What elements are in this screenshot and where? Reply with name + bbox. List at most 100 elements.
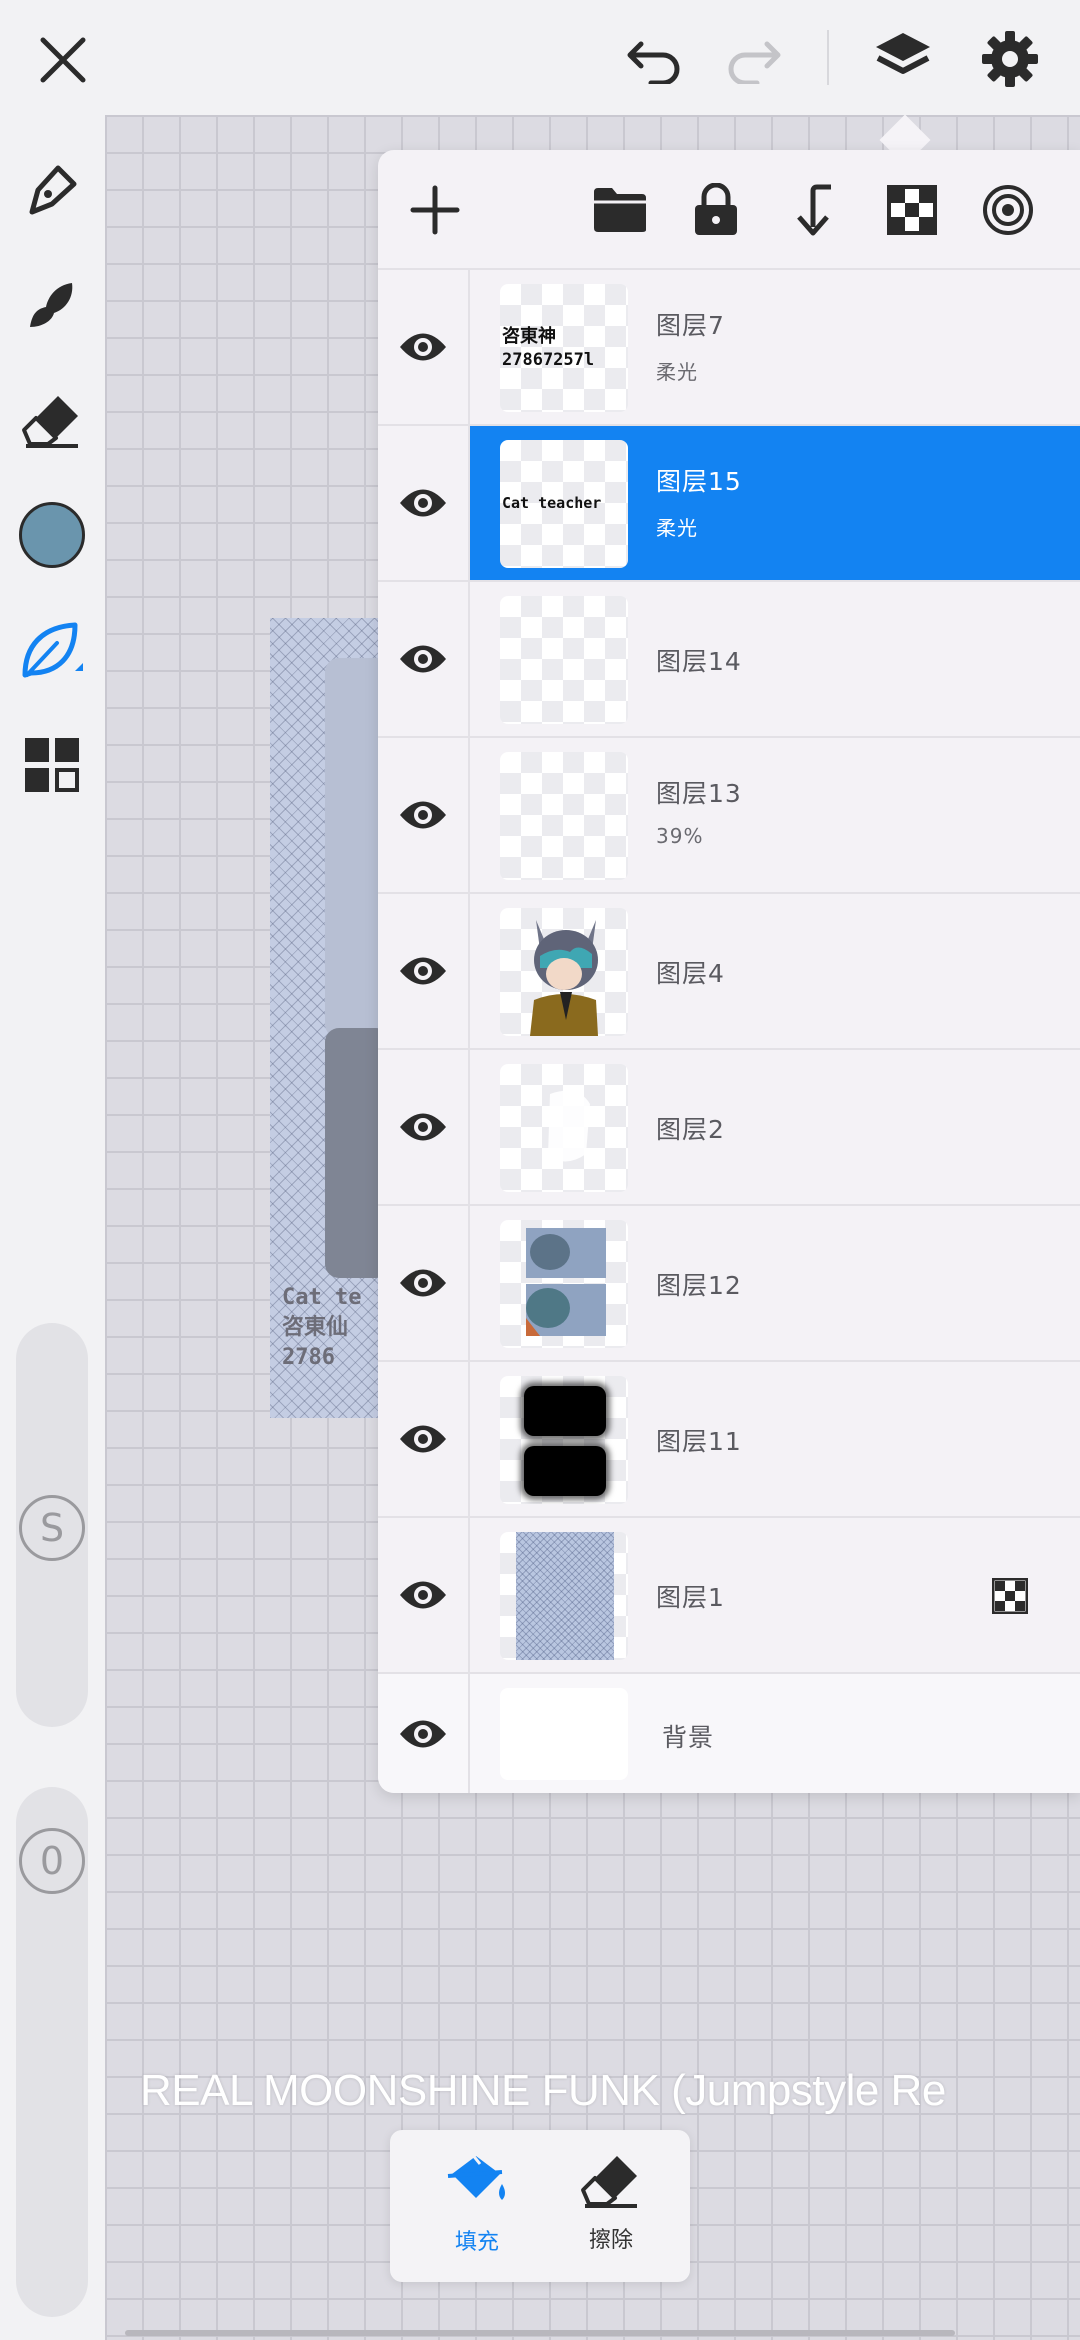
layer-thumbnail: Cat teacher <box>500 440 628 568</box>
more-tools[interactable] <box>12 725 92 805</box>
layer-name: 背景 <box>662 1723 715 1752</box>
grid-menu-icon <box>25 738 79 792</box>
visibility-toggle[interactable] <box>378 1206 470 1360</box>
layer-name: 图层12 <box>656 1271 742 1300</box>
eye-icon <box>400 645 446 673</box>
undo-button[interactable] <box>620 28 690 92</box>
fill-options-popup: 填充 擦除 <box>390 2130 690 2282</box>
layer-row[interactable]: 图层4 <box>378 894 1080 1050</box>
color-picker[interactable] <box>12 495 92 575</box>
layer-row[interactable]: 图层2 <box>378 1050 1080 1206</box>
layer-body[interactable]: 图层2 <box>470 1050 1080 1204</box>
layer-shape <box>548 1090 590 1162</box>
close-icon <box>40 37 86 83</box>
erase-label: 擦除 <box>588 2228 633 2253</box>
transparency-button[interactable] <box>880 178 944 242</box>
eye-icon <box>400 957 446 985</box>
layer-body[interactable]: 图层1 <box>470 1518 1080 1672</box>
visibility-toggle[interactable] <box>378 894 470 1048</box>
reference-button[interactable] <box>976 178 1040 242</box>
visibility-toggle[interactable] <box>378 582 470 736</box>
pen-tool[interactable] <box>12 150 92 230</box>
layer-body[interactable]: 图层13 39% <box>470 738 1080 892</box>
layer-body[interactable]: Cat teacher 图层15 柔光 <box>470 426 1080 580</box>
visibility-toggle[interactable] <box>378 1050 470 1204</box>
layer-row[interactable]: 图层1 <box>378 1518 1080 1674</box>
close-button[interactable] <box>28 28 98 92</box>
undo-icon <box>627 41 680 84</box>
layer-row[interactable]: 图层13 39% <box>378 738 1080 894</box>
visibility-toggle[interactable] <box>378 270 470 424</box>
layer-body[interactable]: 咨東神 27867257l 图层7 柔光 <box>470 270 1080 424</box>
layer-row[interactable]: 图层14 <box>378 582 1080 738</box>
visibility-toggle[interactable] <box>378 426 470 580</box>
brush-icon <box>30 283 73 327</box>
eye-icon <box>400 1113 446 1141</box>
layer-name: 图层1 <box>656 1583 725 1612</box>
lock-icon <box>695 183 737 235</box>
thumb-text: 27867257l <box>502 350 595 370</box>
layer-body[interactable]: 图层4 <box>470 894 1080 1048</box>
layers-list: 咨東神 27867257l 图层7 柔光 Cat teacher 图层15 柔光 <box>378 270 1080 1793</box>
eye-icon <box>400 801 446 829</box>
checker-icon[interactable] <box>992 1578 1028 1614</box>
lock-layer-button[interactable] <box>684 178 748 242</box>
layer-body[interactable]: 图层14 <box>470 582 1080 736</box>
layer-row[interactable]: 背景 <box>378 1674 1080 1793</box>
layer-thumbnail <box>500 1532 628 1660</box>
layers-icon <box>876 33 930 74</box>
shadow-block <box>524 1446 606 1496</box>
layer-name: 图层2 <box>656 1115 725 1144</box>
layer-body[interactable]: 图层12 <box>470 1206 1080 1360</box>
size-slider-knob[interactable]: S <box>19 1495 85 1561</box>
merge-down-button[interactable] <box>783 178 847 242</box>
layers-button[interactable] <box>868 24 938 94</box>
eye-icon <box>400 1269 446 1297</box>
layer-row[interactable]: 图层12 <box>378 1206 1080 1362</box>
size-slider[interactable]: S <box>16 1323 88 1727</box>
layer-body[interactable]: 背景 <box>470 1674 1080 1793</box>
layer-name: 图层14 <box>656 647 742 676</box>
fill-button[interactable]: 填充 <box>422 2150 532 2270</box>
top-toolbar <box>0 0 1080 115</box>
artwork-text: Cat te 咨東仙 2786 <box>282 1285 362 1370</box>
color-swatch <box>19 502 85 568</box>
eye-icon <box>400 489 446 517</box>
layer-art <box>526 1228 606 1336</box>
visibility-toggle[interactable] <box>378 1362 470 1516</box>
eye-icon <box>400 1581 446 1609</box>
checker-icon <box>887 185 937 235</box>
shadow-block <box>524 1386 606 1436</box>
visibility-toggle[interactable] <box>378 1518 470 1672</box>
redo-icon <box>728 41 781 84</box>
layer-row[interactable]: Cat teacher 图层15 柔光 <box>378 426 1080 582</box>
fill-tool[interactable] <box>12 610 92 690</box>
layer-name: 图层11 <box>656 1427 742 1456</box>
visibility-toggle[interactable] <box>378 1674 470 1793</box>
erase-button[interactable]: 擦除 <box>556 2150 666 2270</box>
eraser-icon <box>22 396 78 448</box>
brush-tool[interactable] <box>12 265 92 345</box>
visibility-toggle[interactable] <box>378 738 470 892</box>
layer-row[interactable]: 咨東神 27867257l 图层7 柔光 <box>378 270 1080 426</box>
layer-thumbnail <box>500 1220 628 1348</box>
add-layer-button[interactable] <box>403 178 467 242</box>
thumb-text: 咨東神 <box>502 326 556 347</box>
folder-icon <box>594 188 646 232</box>
merge-down-icon <box>797 184 831 236</box>
eye-icon <box>400 1425 446 1453</box>
eraser-tool[interactable] <box>12 380 92 460</box>
layers-toolbar <box>378 150 1080 270</box>
paint-bucket-icon <box>447 2153 505 2200</box>
layers-panel: 咨東神 27867257l 图层7 柔光 Cat teacher 图层15 柔光 <box>378 150 1080 1793</box>
opacity-slider-knob[interactable]: 0 <box>19 1828 85 1894</box>
redo-button[interactable] <box>718 28 788 92</box>
layer-name: 图层15 <box>656 467 742 496</box>
add-folder-button[interactable] <box>588 178 652 242</box>
settings-button[interactable] <box>975 24 1045 94</box>
layer-row[interactable]: 图层11 <box>378 1362 1080 1518</box>
eraser-icon <box>581 2156 637 2208</box>
layer-body[interactable]: 图层11 <box>470 1362 1080 1516</box>
fill-label: 填充 <box>454 2230 499 2255</box>
opacity-slider[interactable]: 0 <box>16 1787 88 2317</box>
